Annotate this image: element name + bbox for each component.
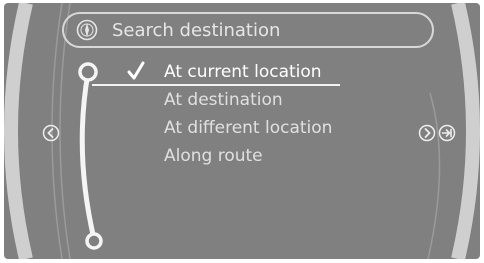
menu-item-along-route[interactable]: Along route [164, 145, 263, 167]
arrow-into-icon[interactable] [438, 124, 456, 142]
chevron-left-icon[interactable] [42, 124, 60, 142]
menu-item-at-destination[interactable]: At destination [164, 89, 283, 111]
menu-item-at-different-location[interactable]: At different location [164, 117, 332, 139]
display-screen: Search destination At current location A… [4, 3, 480, 259]
menu-item-at-current-location[interactable]: At current location [164, 61, 322, 83]
selection-underline [92, 84, 340, 86]
checkmark-icon [127, 61, 145, 80]
chevron-right-icon[interactable] [418, 124, 436, 142]
